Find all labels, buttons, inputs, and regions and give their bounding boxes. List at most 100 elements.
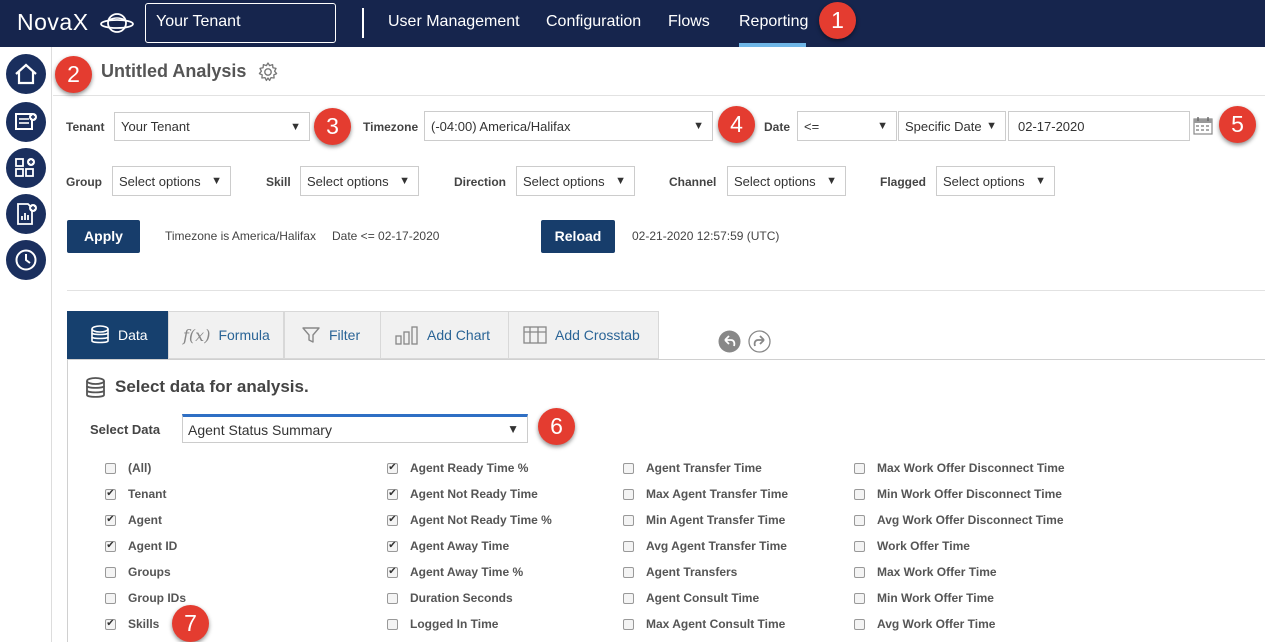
checkbox-checked[interactable]: ✔ (387, 462, 398, 474)
checkbox-unchecked[interactable] (105, 462, 116, 474)
checkbox-unchecked[interactable] (623, 592, 634, 604)
column-option[interactable]: Avg Work Offer Time (854, 617, 995, 631)
column-option[interactable]: Max Work Offer Disconnect Time (854, 461, 1065, 475)
checkbox-unchecked[interactable] (623, 566, 634, 578)
column-option[interactable]: ✔ Agent Ready Time % (387, 461, 528, 475)
tenant-switcher[interactable]: Your Tenant (145, 3, 336, 43)
date-operator-value: <= (804, 118, 820, 134)
checkbox-unchecked[interactable] (623, 540, 634, 552)
new-dashboard-button[interactable] (6, 148, 46, 188)
column-option[interactable]: ✔ Agent (105, 513, 162, 527)
checkbox-unchecked[interactable] (854, 462, 865, 474)
flagged-select[interactable]: Select options ▼ (936, 166, 1055, 196)
redo-icon[interactable] (748, 330, 771, 353)
nav-reporting[interactable]: Reporting (739, 13, 808, 31)
checkbox-checked[interactable]: ✔ (105, 618, 116, 630)
column-option[interactable]: ✔ Skills (105, 617, 159, 631)
column-option-label: Duration Seconds (410, 591, 513, 605)
column-option[interactable]: Agent Consult Time (623, 591, 759, 605)
column-option[interactable]: Max Work Offer Time (854, 565, 997, 579)
column-option[interactable]: Work Offer Time (854, 539, 970, 553)
checkbox-checked[interactable]: ✔ (387, 540, 398, 552)
column-option-label: Avg Agent Transfer Time (646, 539, 787, 553)
checkbox-checked[interactable]: ✔ (105, 540, 116, 552)
column-option-label: Groups (128, 565, 171, 579)
group-label: Group (66, 175, 102, 189)
new-report-button[interactable] (6, 102, 46, 142)
column-option[interactable]: ✔ Agent ID (105, 539, 177, 553)
group-select[interactable]: Select options ▼ (112, 166, 231, 196)
tab-formula[interactable]: f(x) Formula (168, 311, 284, 359)
column-option[interactable]: (All) (105, 461, 151, 475)
header-divider (53, 95, 1265, 96)
analysis-title[interactable]: Untitled Analysis (101, 61, 246, 82)
column-option[interactable]: Groups (105, 565, 171, 579)
checkbox-unchecked[interactable] (854, 514, 865, 526)
column-option[interactable]: ✔ Agent Away Time (387, 539, 509, 553)
checkbox-checked[interactable]: ✔ (387, 488, 398, 500)
checkbox-unchecked[interactable] (623, 462, 634, 474)
checkbox-unchecked[interactable] (105, 566, 116, 578)
checkbox-unchecked[interactable] (854, 566, 865, 578)
tenant-select[interactable]: Your Tenant ▼ (114, 112, 310, 141)
date-operator-select[interactable]: <= ▼ (797, 111, 897, 141)
checkbox-unchecked[interactable] (387, 592, 398, 604)
nav-user-management[interactable]: User Management (388, 13, 520, 31)
column-option[interactable]: Group IDs (105, 591, 186, 605)
column-option[interactable]: Min Work Offer Disconnect Time (854, 487, 1062, 501)
checkbox-unchecked[interactable] (623, 488, 634, 500)
skill-select[interactable]: Select options ▼ (300, 166, 419, 196)
nav-flows[interactable]: Flows (668, 13, 710, 31)
column-option[interactable]: Avg Work Offer Disconnect Time (854, 513, 1064, 527)
tab-add-crosstab[interactable]: Add Crosstab (508, 311, 659, 359)
column-option[interactable]: Max Agent Consult Time (623, 617, 785, 631)
home-button[interactable] (6, 54, 46, 94)
timezone-select[interactable]: (-04:00) America/Halifax ▼ (424, 111, 713, 141)
checkbox-unchecked[interactable] (105, 592, 116, 604)
history-button[interactable] (6, 240, 46, 280)
checkbox-unchecked[interactable] (854, 540, 865, 552)
reload-button[interactable]: Reload (541, 220, 615, 253)
checkbox-unchecked[interactable] (854, 592, 865, 604)
column-option-label: Agent Not Ready Time (410, 487, 538, 501)
checkbox-unchecked[interactable] (854, 618, 865, 630)
column-option[interactable]: Agent Transfers (623, 565, 737, 579)
date-mode-select[interactable]: Specific Date ▼ (898, 111, 1006, 141)
checkbox-checked[interactable]: ✔ (105, 488, 116, 500)
column-option[interactable]: Min Agent Transfer Time (623, 513, 785, 527)
column-option[interactable]: Duration Seconds (387, 591, 513, 605)
callout-badge-7: 7 (172, 605, 209, 642)
nav-configuration[interactable]: Configuration (546, 13, 641, 31)
calendar-icon[interactable] (1193, 116, 1213, 135)
column-option-label: Agent Transfers (646, 565, 738, 579)
date-input[interactable]: 02-17-2020 (1008, 111, 1190, 141)
direction-select[interactable]: Select options ▼ (516, 166, 635, 196)
column-option[interactable]: ✔ Agent Not Ready Time (387, 487, 538, 501)
app-logo[interactable]: NovaX (17, 9, 89, 36)
apply-button[interactable]: Apply (67, 220, 140, 253)
column-option[interactable]: Min Work Offer Time (854, 591, 994, 605)
settings-gear-icon[interactable] (257, 61, 279, 83)
checkbox-checked[interactable]: ✔ (387, 514, 398, 526)
channel-select[interactable]: Select options ▼ (727, 166, 846, 196)
section-divider (67, 290, 1265, 291)
column-option[interactable]: Logged In Time (387, 617, 498, 631)
column-option[interactable]: ✔ Agent Away Time % (387, 565, 523, 579)
undo-icon[interactable] (718, 330, 741, 353)
checkbox-unchecked[interactable] (387, 618, 398, 630)
tab-add-chart[interactable]: Add Chart (380, 311, 509, 359)
column-option[interactable]: Max Agent Transfer Time (623, 487, 788, 501)
checkbox-unchecked[interactable] (623, 514, 634, 526)
checkbox-checked[interactable]: ✔ (105, 514, 116, 526)
column-option[interactable]: ✔ Tenant (105, 487, 166, 501)
column-option[interactable]: ✔ Agent Not Ready Time % (387, 513, 552, 527)
new-chart-report-button[interactable] (6, 194, 46, 234)
checkbox-checked[interactable]: ✔ (387, 566, 398, 578)
checkbox-unchecked[interactable] (854, 488, 865, 500)
checkbox-unchecked[interactable] (623, 618, 634, 630)
tab-filter[interactable]: Filter (284, 311, 381, 359)
select-data-dropdown[interactable]: Agent Status Summary ▼ (182, 414, 528, 443)
column-option[interactable]: Avg Agent Transfer Time (623, 539, 787, 553)
tab-data[interactable]: Data (67, 311, 168, 359)
column-option[interactable]: Agent Transfer Time (623, 461, 762, 475)
